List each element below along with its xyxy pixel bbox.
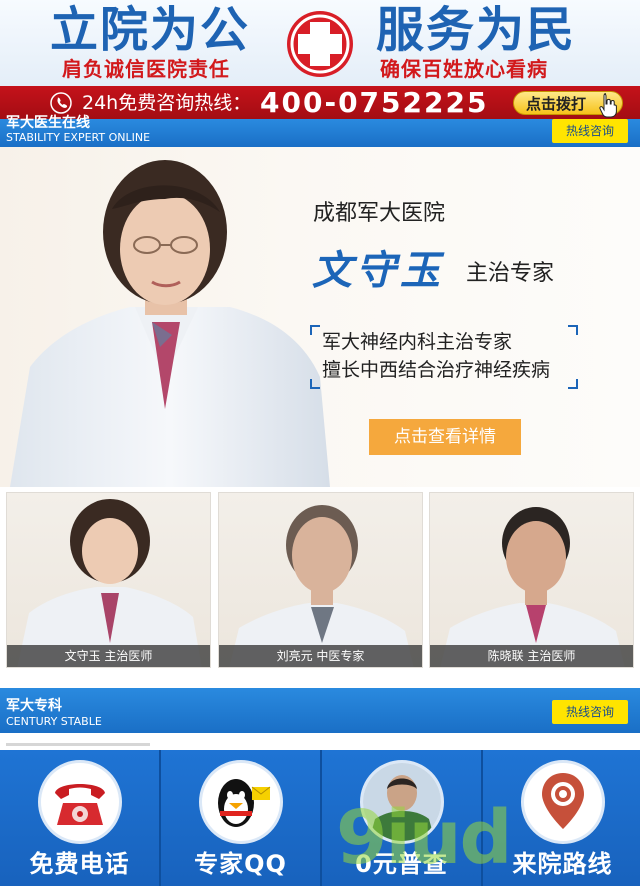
top-banner: 立院为公 服务为民 肩负诚信医院责任 确保百姓放心看病 [0, 0, 640, 86]
section-title: 军大医生在线 [6, 115, 90, 131]
phone-icon [50, 92, 72, 114]
section-title: 军大专科 [6, 698, 62, 714]
intro-line-2: 擅长中西结合治疗神经疾病 [322, 359, 551, 381]
hotline-bar: 24h免费咨询热线： 400-0752225 点击拨打 [0, 86, 640, 119]
telephone-icon [55, 784, 105, 825]
doctor-caption: 刘亮元 中医专家 [219, 645, 422, 667]
doctor-card-list: 文守玉 主治医师 刘亮元 中医专家 陈晓联 主治医师 [0, 492, 640, 668]
map-pin-icon [542, 773, 584, 829]
doctor-photo [440, 507, 625, 667]
frame-corner [310, 325, 320, 335]
hotline-consult-button[interactable]: 热线咨询 [552, 119, 628, 143]
watermark: 9iud [336, 795, 513, 881]
nav-label: 专家QQ [194, 850, 287, 878]
hotline-number[interactable]: 400-0752225 [260, 86, 488, 119]
red-cross-icon [287, 11, 353, 77]
doctor-photo [229, 505, 414, 667]
hotline-label: 24h免费咨询热线： [82, 92, 252, 114]
content-strip [0, 733, 640, 750]
doctor-portrait [10, 160, 330, 487]
divider-line [6, 743, 150, 746]
doctor-caption: 文守玉 主治医师 [7, 645, 210, 667]
doctor-card[interactable]: 文守玉 主治医师 [6, 492, 211, 668]
doctor-intro: 军大神经内科主治专家 擅长中西结合治疗神经疾病 [310, 325, 578, 389]
nav-icon-circle [521, 760, 605, 844]
doctor-photo [17, 499, 202, 667]
nav-icon-circle [199, 760, 283, 844]
doctor-card[interactable]: 刘亮元 中医专家 [218, 492, 423, 668]
section-header-specialty: 军大专科 CENTURY STABLE 热线咨询 [0, 688, 640, 733]
qq-penguin-icon [218, 779, 271, 827]
nav-icon-circle [38, 760, 122, 844]
frame-corner [568, 379, 578, 389]
doctor-name: 文守玉 [312, 247, 444, 294]
intro-line-1: 军大神经内科主治专家 [322, 331, 513, 353]
view-details-button[interactable]: 点击查看详情 [369, 419, 521, 455]
frame-corner [568, 325, 578, 335]
nav-expert-qq[interactable]: 专家QQ [161, 750, 320, 886]
slogan-left: 立院为公 [50, 2, 251, 58]
frame-corner [310, 379, 320, 389]
hand-cursor-icon [599, 93, 617, 118]
subslogan-left: 肩负诚信医院责任 [62, 57, 230, 81]
section-subtitle: STABILITY EXPERT ONLINE [6, 131, 151, 144]
section-header-experts: 军大医生在线 STABILITY EXPERT ONLINE 热线咨询 [0, 115, 640, 147]
doctor-role: 主治专家 [466, 261, 555, 286]
doctor-caption: 陈晓联 主治医师 [430, 645, 633, 667]
subslogan-right: 确保百姓放心看病 [380, 57, 548, 81]
bottom-nav: 免费电话 专家QQ 0元普查 来院路线 [0, 750, 640, 886]
nav-label: 免费电话 [29, 850, 130, 878]
slogan-right: 服务为民 [376, 2, 577, 58]
nav-free-call[interactable]: 免费电话 [0, 750, 159, 886]
section-subtitle: CENTURY STABLE [6, 715, 102, 728]
hospital-name: 成都军大医院 [313, 201, 446, 226]
doctor-card[interactable]: 陈晓联 主治医师 [429, 492, 634, 668]
hero-expert-banner[interactable]: 成都军大医院 文守玉 主治专家 军大神经内科主治专家 擅长中西结合治疗神经疾病 … [0, 147, 640, 487]
hotline-consult-button[interactable]: 热线咨询 [552, 700, 628, 724]
